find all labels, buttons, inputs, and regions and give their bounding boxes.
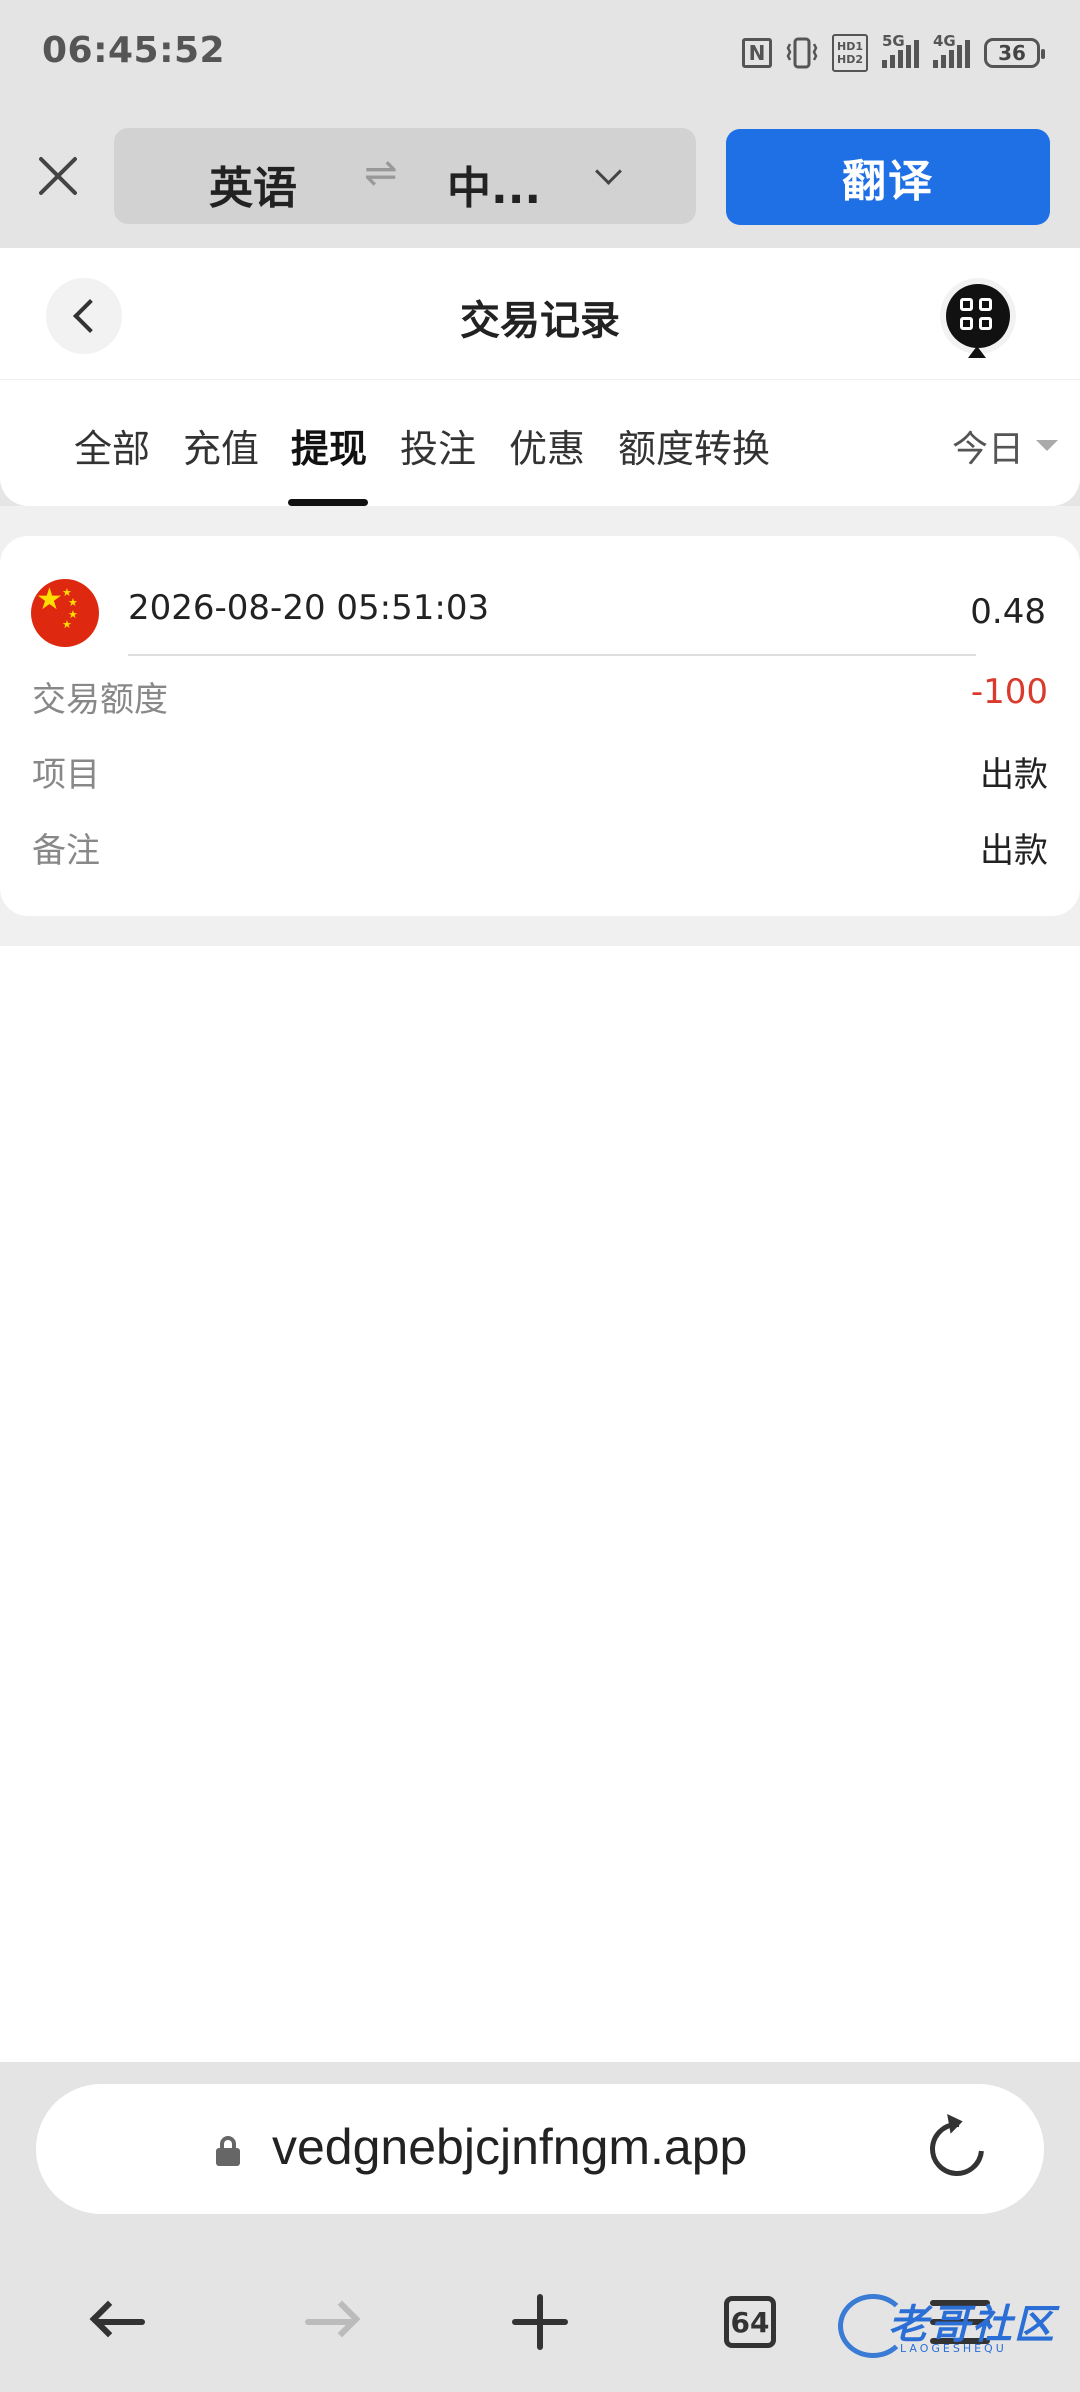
network-4g-label: 4G	[933, 32, 956, 50]
record-amount: 0.48	[970, 592, 1046, 632]
transaction-amount-value: -100	[970, 672, 1048, 712]
menu-button[interactable]	[940, 278, 1016, 358]
translate-bar: 英语 ⇌ 中... 翻译	[0, 110, 1080, 248]
hd-line-1: HD1	[837, 40, 863, 53]
reload-icon[interactable]	[918, 2110, 996, 2188]
tab-withdraw[interactable]: 提现	[291, 418, 367, 473]
tab-transfer[interactable]: 额度转换	[618, 418, 770, 473]
transaction-amount-label: 交易额度	[32, 680, 168, 720]
signal-5g-icon: 5G	[882, 32, 919, 68]
address-bar[interactable]: vedgnebjcjnfngm.app	[36, 2084, 1044, 2214]
grid-menu-icon[interactable]	[946, 284, 1010, 348]
swap-languages-icon[interactable]: ⇌	[364, 150, 398, 196]
page-header: 交易记录	[0, 248, 1080, 380]
lock-icon[interactable]	[216, 2136, 240, 2166]
china-flag-icon: ★ ★ ★ ★ ★	[31, 579, 99, 647]
hd-voice-icon: HD1 HD2	[832, 34, 868, 72]
date-filter[interactable]: 今日	[952, 420, 1024, 472]
vibrate-icon	[786, 36, 818, 70]
tab-bet[interactable]: 投注	[400, 418, 476, 473]
empty-content	[0, 946, 1080, 2062]
tab-all[interactable]: 全部	[74, 418, 150, 473]
record-datetime: 2026-08-20 05:51:03	[128, 588, 490, 628]
hd-line-2: HD2	[837, 53, 863, 66]
language-selector[interactable]: 英语 ⇌ 中...	[114, 128, 696, 224]
caret-down-icon[interactable]	[1036, 440, 1058, 451]
forward-arrow-icon[interactable]	[290, 2282, 370, 2362]
target-language[interactable]: 中...	[447, 152, 541, 216]
network-5g-label: 5G	[882, 32, 905, 50]
tab-count[interactable]: 64	[724, 2296, 776, 2348]
tab-promo[interactable]: 优惠	[509, 418, 585, 473]
filter-tabs: 全部 充值 提现 投注 优惠 额度转换 今日	[0, 380, 1080, 506]
tabs-button[interactable]: 64	[710, 2282, 790, 2362]
signal-4g-icon: 4G	[933, 32, 970, 68]
nfc-icon: N	[742, 38, 772, 68]
watermark-logo: 老哥社区 LAOGESHEQU	[838, 2288, 1068, 2368]
item-value: 出款	[980, 755, 1048, 795]
status-icons: N HD1 HD2 5G 4G 36	[742, 32, 1045, 72]
chevron-down-icon[interactable]	[589, 148, 629, 198]
browser-toolbar: vedgnebjcjnfngm.app 64 老哥社区 LAOGESHEQU	[0, 2062, 1080, 2392]
caret-up-icon	[968, 346, 986, 358]
item-label: 项目	[32, 755, 100, 795]
new-tab-plus-icon[interactable]	[500, 2282, 580, 2362]
close-icon[interactable]	[28, 146, 88, 206]
battery-icon: 36	[984, 38, 1045, 68]
status-bar: 06:45:52 N HD1 HD2 5G 4G 36	[0, 0, 1080, 110]
remark-label: 备注	[32, 831, 100, 871]
remark-value: 出款	[980, 831, 1048, 871]
tab-deposit[interactable]: 充值	[183, 418, 259, 473]
back-arrow-icon[interactable]	[80, 2282, 160, 2362]
divider	[128, 654, 976, 656]
status-time: 06:45:52	[42, 30, 226, 71]
active-tab-indicator	[288, 499, 368, 506]
source-language[interactable]: 英语	[209, 152, 297, 216]
transaction-record: ★ ★ ★ ★ ★ 2026-08-20 05:51:03 0.48 交易额度 …	[0, 536, 1080, 916]
url-text[interactable]: vedgnebjcjnfngm.app	[272, 2118, 747, 2176]
translate-button[interactable]: 翻译	[726, 129, 1050, 225]
watermark-subtext: LAOGESHEQU	[900, 2342, 1007, 2355]
page-title: 交易记录	[460, 298, 620, 344]
